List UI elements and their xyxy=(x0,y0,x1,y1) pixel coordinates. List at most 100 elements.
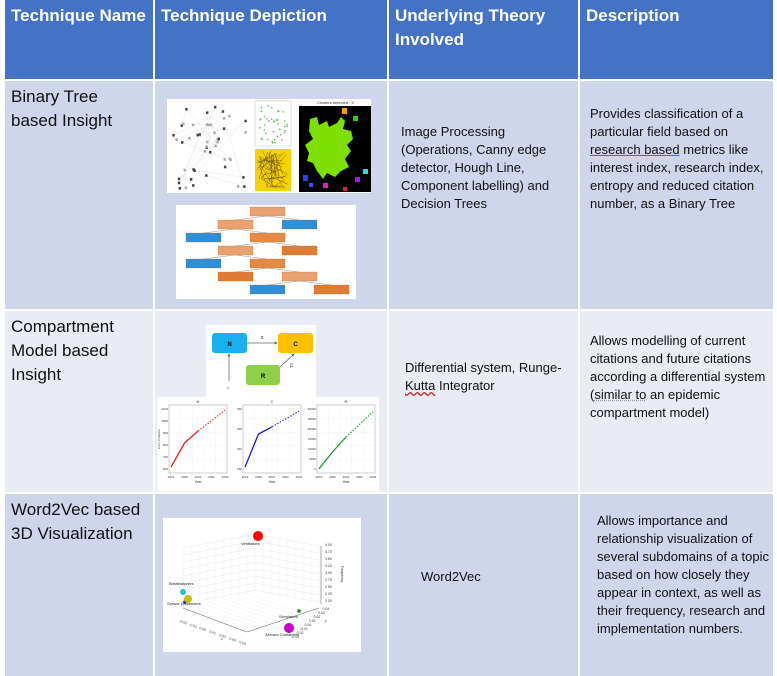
point-label: Breathalyzers xyxy=(169,581,193,586)
graph-node xyxy=(206,140,209,144)
y-tick-label: 600 xyxy=(163,467,168,471)
scatter-point xyxy=(272,130,275,133)
cluster-mark xyxy=(343,187,347,191)
grid-line xyxy=(198,602,264,626)
tree-edge xyxy=(202,254,236,260)
z-tick-label: 2.50 xyxy=(325,585,332,589)
chart-xlabel: Year xyxy=(194,480,202,484)
point-label: Ventilators xyxy=(241,541,260,546)
graph-node xyxy=(223,158,226,161)
y-tick-label: 30000 xyxy=(308,407,317,411)
chart-title: R xyxy=(345,399,348,404)
node-c-label: C xyxy=(293,342,298,348)
graph-node xyxy=(185,108,188,111)
y-tick-label: 10000 xyxy=(308,447,317,451)
tree-node xyxy=(185,258,222,269)
network-graph-image: Clusters detected : 9 xyxy=(172,100,371,192)
node-r-label: R xyxy=(261,374,266,380)
scatter-point xyxy=(263,129,266,131)
scatter-point xyxy=(270,107,273,109)
graph-node xyxy=(196,133,199,137)
x-tick-label: 2022 xyxy=(356,475,363,479)
scatter-point xyxy=(270,118,273,121)
graph-node xyxy=(172,134,175,137)
graph-edge xyxy=(194,170,244,178)
grammar-underlined-text[interactable]: research based xyxy=(590,142,680,157)
graph-node xyxy=(223,165,227,169)
chart-title: N xyxy=(197,399,200,404)
graph-node xyxy=(228,114,231,118)
tree-edge xyxy=(266,267,300,273)
scatter-point xyxy=(277,119,279,121)
technique-name: Word2Vec based 3D Visualization xyxy=(11,500,141,543)
x-axis xyxy=(182,607,248,633)
graph-node xyxy=(191,123,195,127)
tree-node xyxy=(217,271,254,282)
underlying-theory: Differential system, Runge- Kutta Integra… xyxy=(405,359,577,395)
x-tick-label: 0.01 xyxy=(209,630,217,636)
y-tick-label: 700 xyxy=(163,455,168,459)
x-tick-label: 2022 xyxy=(208,475,215,479)
graph-node xyxy=(242,176,245,179)
chart-frame xyxy=(242,404,302,474)
scatter-point xyxy=(284,129,287,132)
scatter-point xyxy=(267,105,269,107)
scatter-point xyxy=(260,106,263,109)
z-tick-label: 2.75 xyxy=(325,578,332,582)
edge-label-lambda: λ xyxy=(227,385,229,390)
x-tick-label: 0.00 xyxy=(199,626,207,632)
scatter-point xyxy=(265,117,268,120)
graph-node xyxy=(175,138,178,142)
grammar-underlined-text[interactable]: similar to xyxy=(594,387,646,402)
graph-node xyxy=(192,168,195,171)
description: Allows modelling of current citations an… xyxy=(590,332,768,422)
tree-edge xyxy=(202,228,236,234)
graph-node xyxy=(182,122,185,126)
description: Allows importance and relationship visua… xyxy=(597,513,769,636)
graph-edge xyxy=(206,175,245,187)
tree-node xyxy=(313,284,350,295)
tree-node xyxy=(249,284,286,295)
scatter-point xyxy=(279,133,282,136)
tree-node xyxy=(249,232,286,243)
x-tick-label: 2020 xyxy=(181,475,188,479)
z-axis-label: Frequency xyxy=(340,566,344,583)
chart-ylabel: Cum. Citations xyxy=(157,429,161,449)
table-row: Binary Tree based Insight Clusters detec… xyxy=(5,81,773,309)
cluster-mark xyxy=(353,116,358,121)
y-tick-label: 0.02 xyxy=(314,615,321,619)
graph-node xyxy=(221,110,225,113)
chart-title: C xyxy=(271,399,274,404)
graph-edge xyxy=(176,124,211,140)
scatter-point xyxy=(261,138,264,140)
header-description: Description xyxy=(586,6,680,25)
grid-line xyxy=(214,599,280,623)
z-tick-label: 2.25 xyxy=(325,592,332,596)
x-tick-label: 2023 xyxy=(222,475,229,479)
technique-name: Compartment Model based Insight xyxy=(11,317,114,384)
x-tick-label: 0.03 xyxy=(229,637,237,643)
scatter-point xyxy=(271,141,274,144)
y-tick-label: 1000 xyxy=(161,419,168,423)
scatter-plot-image xyxy=(254,100,292,147)
description-text: Provides classification of a particular … xyxy=(590,106,744,139)
scatter-point xyxy=(286,125,289,127)
y-tick-label: 150 xyxy=(237,467,242,471)
tree-edge xyxy=(266,215,300,221)
edge-label-alpha: α xyxy=(261,335,264,341)
z-tick-label: 3.75 xyxy=(325,550,332,554)
cluster-mark xyxy=(309,183,313,187)
x-tick-label: 0.04 xyxy=(239,640,247,646)
x-tick-label: 2021 xyxy=(343,475,350,479)
scatter-point xyxy=(275,119,278,121)
graph-node xyxy=(222,127,226,130)
point-ventilators xyxy=(253,531,263,541)
point-label: Sensor Dispensers xyxy=(167,601,201,606)
grid-line xyxy=(182,561,256,577)
y-tick-label: 25000 xyxy=(308,417,317,421)
scatter-point xyxy=(264,132,267,134)
graph-node xyxy=(213,105,217,109)
graph-edge xyxy=(223,118,245,187)
tree-edge xyxy=(234,228,268,234)
spellcheck-flagged-word[interactable]: Kutta xyxy=(405,378,435,393)
